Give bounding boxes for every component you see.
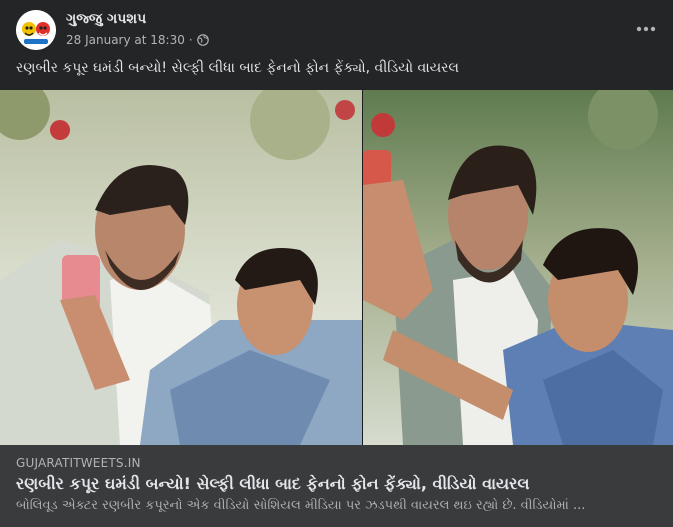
link-title[interactable]: રણબીર કપૂર ઘમંડી બન્યો! સેલ્ફી લીધા બાદ … <box>16 474 529 494</box>
meta-separator: · <box>188 33 193 47</box>
post-timestamp[interactable]: 28 January at 18:30 <box>66 33 185 47</box>
post-caption: રણબીર કપૂર ઘમંડી બન્યો! સેલ્ફી લીધા બાદ … <box>16 60 459 76</box>
selfie-photo-right[interactable] <box>363 90 673 445</box>
link-preview[interactable]: GUJARATITWEETS.IN રણબીર કપૂર ઘમંડી બન્યો… <box>0 445 673 527</box>
link-domain: GUJARATITWEETS.IN <box>16 456 141 470</box>
more-dots-icon <box>636 26 656 32</box>
avatar-logo-icon <box>16 10 56 50</box>
selfie-photo-left[interactable] <box>0 90 362 445</box>
post-card: ગુજ્જુ ગપશપ 28 January at 18:30 · રણબીર … <box>0 0 673 527</box>
page-avatar[interactable] <box>16 10 56 50</box>
page-name[interactable]: ગુજ્જુ ગપશપ <box>66 11 146 27</box>
globe-icon[interactable] <box>196 34 209 46</box>
post-meta: 28 January at 18:30 · <box>66 33 209 47</box>
post-header: ગુજ્જુ ગપશપ 28 January at 18:30 · <box>0 0 673 58</box>
post-media[interactable]: i <box>0 90 673 445</box>
link-description: બોલિવૂડ એક્ટર રણબીર કપૂરનો એક વીડિયો સોશ… <box>16 498 586 513</box>
more-options-button[interactable] <box>631 16 661 42</box>
